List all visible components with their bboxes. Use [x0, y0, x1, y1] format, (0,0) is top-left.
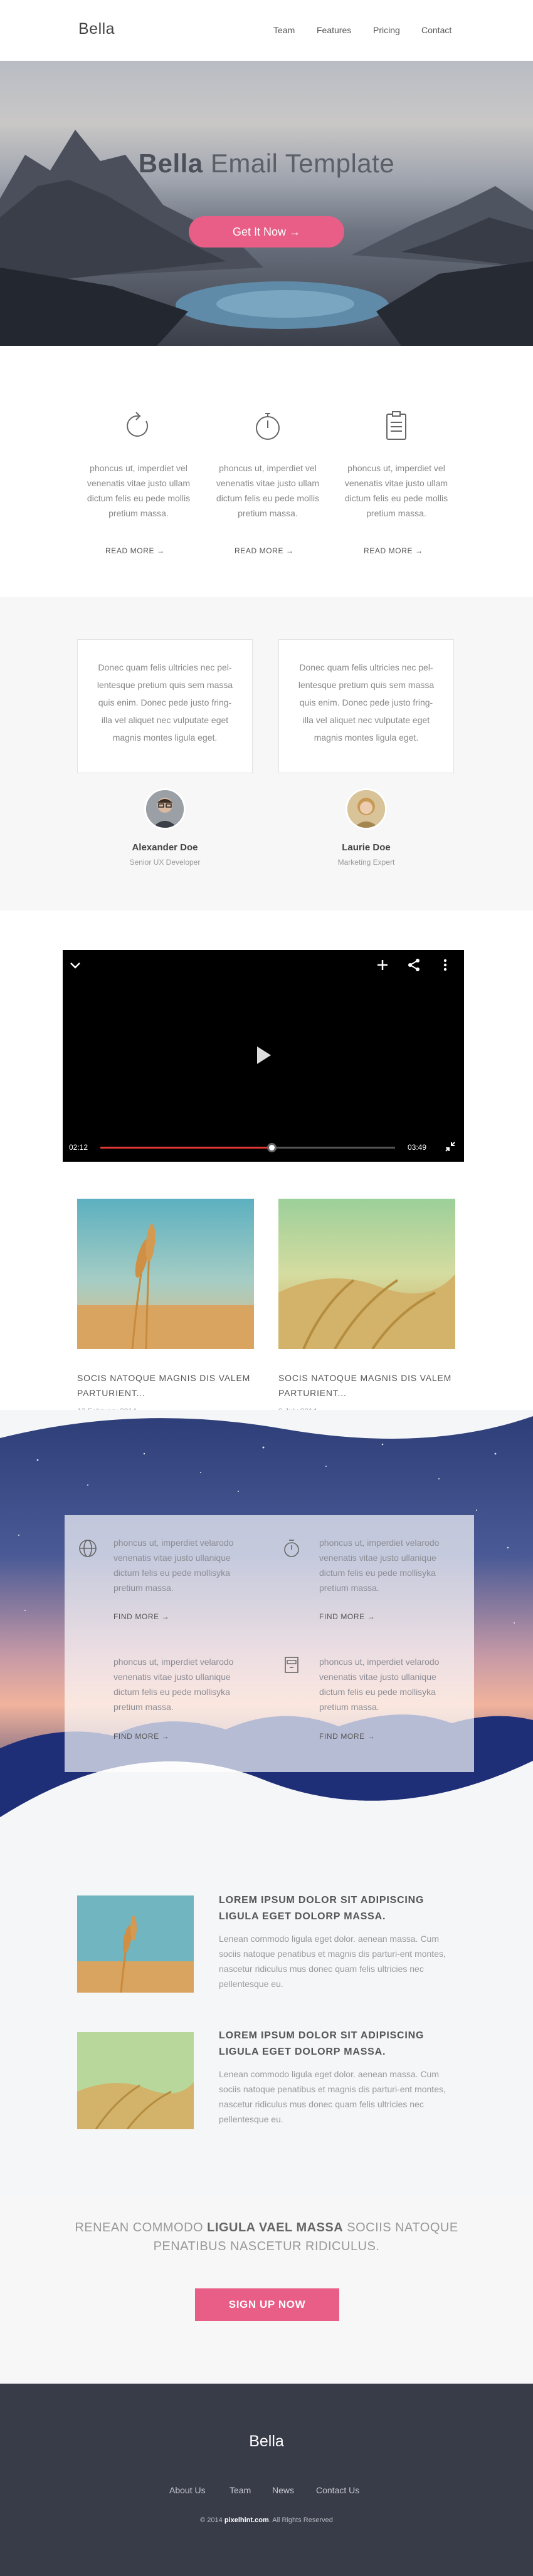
article-field-image[interactable] — [77, 2032, 194, 2130]
fullscreen-exit-icon[interactable] — [444, 1140, 456, 1153]
seek-handle[interactable] — [266, 1143, 277, 1152]
wheat-field-image[interactable] — [278, 1199, 455, 1350]
find-more-link-1[interactable]: FIND MORE → — [113, 1612, 169, 1621]
read-more-link-1[interactable]: READ MORE → — [105, 546, 165, 555]
find-more-link-3[interactable]: FIND MORE → — [113, 1732, 169, 1741]
article-wheat-image[interactable] — [77, 1895, 194, 1993]
copyright: © 2014 pixelhint.com. All Rights Reserve… — [200, 2516, 333, 2524]
article-title-2[interactable]: LOREM IPSUM DOLOR SIT ADIPISCING LIGULA … — [219, 2028, 457, 2060]
add-icon[interactable] — [375, 957, 390, 973]
chevron-down-icon[interactable] — [68, 957, 83, 973]
footer-link-contact[interactable]: Contact Us — [316, 2485, 359, 2495]
stopwatch-icon — [284, 1540, 299, 1557]
seek-progress — [100, 1147, 272, 1149]
feature-text-1: phoncus ut, imperdiet vel venenatis vita… — [87, 463, 191, 518]
footer-logo-wrap: Bella — [0, 2384, 533, 2451]
article-title-1[interactable]: LOREM IPSUM DOLOR SIT ADIPISCING LIGULA … — [219, 1892, 457, 1925]
nav-team[interactable]: Team — [273, 25, 295, 35]
share-icon[interactable] — [406, 957, 421, 973]
testimonial-quote-1: Donec quam felis ultricies nec pel-lente… — [77, 639, 253, 773]
footer-logo[interactable]: Bella — [0, 2433, 533, 2451]
article-text-2: Lenean commodo ligula eget dolor. aenean… — [219, 2069, 446, 2124]
testimonial-name-1: Alexander Doe — [132, 842, 198, 853]
cta-text: RENEAN COMMODO LIGULA VAEL MASSA SOCIIS … — [75, 2221, 458, 2253]
logo[interactable]: Bella — [78, 20, 115, 38]
footer-link-team[interactable]: Team — [230, 2485, 251, 2495]
read-more-link-3[interactable]: READ MORE → — [364, 546, 423, 555]
panel-text-3: phoncus ut, imperdiet velarodo venenatis… — [113, 1657, 234, 1712]
avatar — [346, 788, 387, 830]
refresh-icon — [121, 409, 156, 444]
testimonial-role-2: Marketing Expert — [337, 858, 395, 867]
stopwatch-icon — [250, 409, 285, 444]
article-text-1: Lenean commodo ligula eget dolor. aenean… — [219, 1934, 446, 1989]
testimonial-role-1: Senior UX Developer — [129, 858, 201, 867]
sign-up-button[interactable]: SIGN UP NOW — [195, 2288, 339, 2321]
nav-features[interactable]: Features — [317, 25, 351, 35]
find-more-link-4[interactable]: FIND MORE → — [319, 1732, 375, 1741]
clipboard-icon — [379, 409, 414, 444]
nav-contact[interactable]: Contact — [421, 25, 451, 35]
hero-banner — [0, 61, 533, 346]
footer-link-about[interactable]: About Us — [169, 2485, 206, 2495]
post-title-2[interactable]: SOCIS NATOQUE MAGNIS DIS VALEM PARTURIEN… — [278, 1370, 455, 1400]
hero-title: Bella Email Template — [138, 149, 395, 178]
nav-pricing[interactable]: Pricing — [373, 25, 400, 35]
feature-text-3: phoncus ut, imperdiet vel venenatis vita… — [344, 463, 448, 518]
get-it-now-button[interactable]: Get It Now → — [189, 216, 344, 248]
feature-text-2: phoncus ut, imperdiet vel venenatis vita… — [216, 463, 320, 518]
footer-link-news[interactable]: News — [272, 2485, 294, 2495]
testimonial-quote-2: Donec quam felis ultricies nec pel-lente… — [278, 639, 454, 773]
post-title-1[interactable]: SOCIS NATOQUE MAGNIS DIS VALEM PARTURIEN… — [77, 1370, 254, 1400]
mountain-landscape-image — [0, 130, 533, 346]
panel-text-4: phoncus ut, imperdiet velarodo venenatis… — [319, 1657, 440, 1712]
more-vert-icon[interactable] — [438, 957, 453, 973]
find-more-link-2[interactable]: FIND MORE → — [319, 1612, 375, 1621]
video-seek-bar[interactable] — [100, 1143, 395, 1152]
play-icon[interactable] — [252, 1044, 275, 1066]
wheat-image[interactable] — [77, 1199, 254, 1350]
avatar — [144, 788, 186, 830]
duration: 03:49 — [408, 1143, 427, 1152]
current-time: 02:12 — [69, 1143, 88, 1152]
testimonial-name-2: Laurie Doe — [342, 842, 391, 853]
panel-text-1: phoncus ut, imperdiet velarodo venenatis… — [113, 1538, 234, 1593]
globe-icon — [79, 1540, 97, 1557]
panel-text-2: phoncus ut, imperdiet velarodo venenatis… — [319, 1538, 440, 1593]
read-more-link-2[interactable]: READ MORE → — [235, 546, 294, 555]
video-player[interactable]: 02:12 03:49 — [63, 950, 464, 1162]
archive-icon — [285, 1657, 298, 1673]
